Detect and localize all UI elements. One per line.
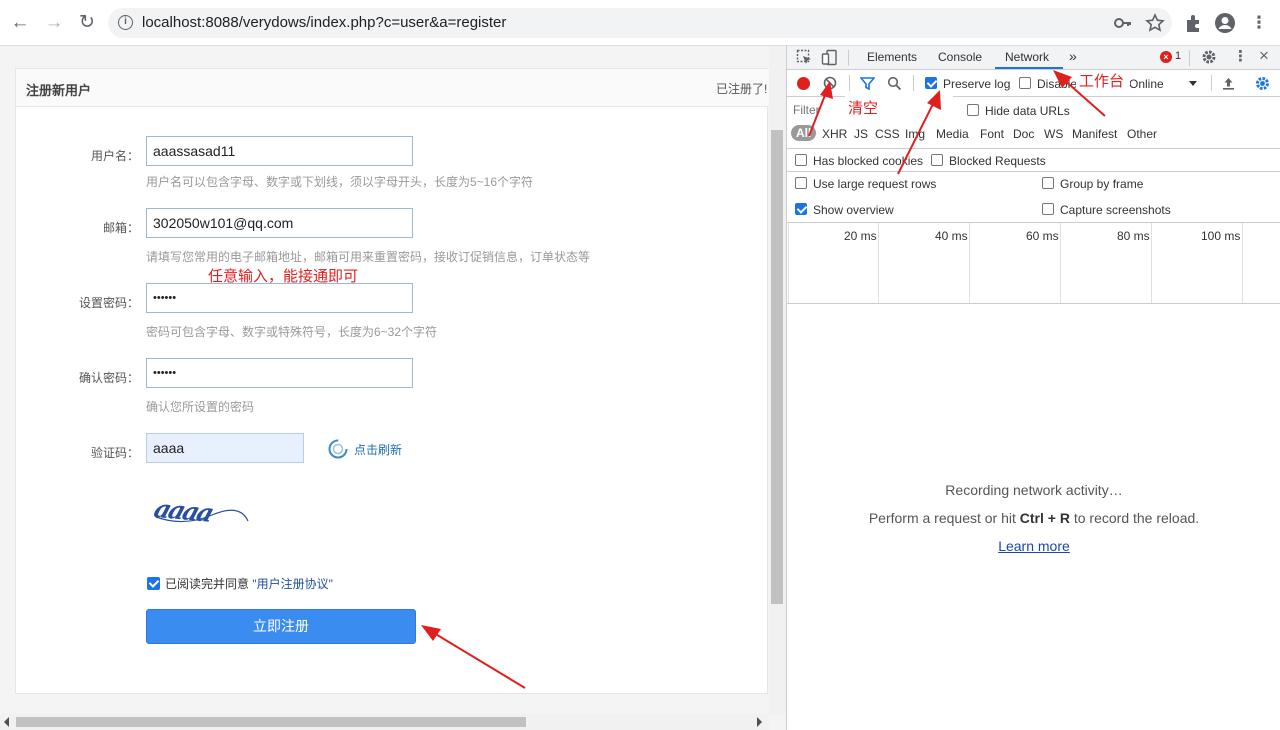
grid-line (788, 223, 789, 303)
devtools-tabbar: Elements Console Network » × 1 ⋮ × (787, 46, 1280, 70)
grid-line (969, 223, 970, 303)
username-hint: 用户名可以包含字母、数字或下划线，须以字母开头，长度为5~16个字符 (146, 175, 534, 189)
tab-network[interactable]: Network (1005, 50, 1049, 64)
chrome-menu-icon[interactable]: ⋮ (1248, 12, 1270, 34)
agree-checkbox[interactable] (147, 577, 160, 590)
register-button[interactable]: 立即注册 (146, 609, 416, 644)
annotation-arrows (808, 70, 1106, 175)
show-overview-label[interactable]: Show overview (813, 203, 894, 217)
agree-text: 已阅读完并同意 "用户注册协议" (165, 575, 333, 592)
password-hint: 密码可包含字母、数字或特殊符号，长度为6~32个字符 (146, 325, 438, 339)
captcha-input[interactable] (146, 433, 304, 463)
captcha-refresh-link[interactable]: 点击刷新 (354, 441, 402, 458)
recording-status: Recording network activity… (945, 482, 1123, 498)
confirm-password-label: 确认密码： (78, 371, 139, 385)
hint-suffix: to record the reload. (1069, 510, 1200, 526)
web-page: 注册新用户 已注册了! 用户名： 用户名可以包含字母、数字或下划线，须以字母开头… (0, 46, 786, 730)
network-settings-icon[interactable] (1254, 75, 1271, 92)
timeline-tick: 60 ms (1026, 229, 1059, 243)
site-info-icon[interactable]: i (118, 15, 133, 30)
scroll-right-arrow[interactable] (757, 717, 762, 727)
learn-more-wrap: Learn more (787, 538, 1280, 554)
learn-more-link[interactable]: Learn more (998, 538, 1070, 554)
register-card: 注册新用户 已注册了! 用户名： 用户名可以包含字母、数字或下划线，须以字母开头… (15, 68, 769, 694)
page-horizontal-scroll-thumb[interactable] (16, 717, 526, 727)
devtools-menu-icon[interactable]: ⋮ (1233, 47, 1248, 65)
scroll-left-arrow[interactable] (4, 717, 9, 727)
import-har-icon[interactable] (1221, 76, 1236, 91)
grid-line (878, 223, 879, 303)
divider (1211, 75, 1212, 91)
page-title: 注册新用户 (26, 83, 92, 98)
agree-prefix: 已阅读完并同意 (165, 577, 253, 591)
device-toolbar-icon[interactable] (821, 49, 838, 66)
divider (1189, 50, 1190, 66)
divider (848, 50, 849, 66)
close-devtools-icon[interactable]: × (1259, 46, 1269, 66)
back-icon[interactable]: ← (8, 11, 32, 35)
error-count[interactable]: 1 (1175, 50, 1181, 62)
timeline-tick: 80 ms (1117, 229, 1150, 243)
timeline-tick: 40 ms (935, 229, 968, 243)
active-tab-indicator (995, 67, 1063, 69)
capture-screenshots-checkbox[interactable] (1042, 203, 1054, 215)
timeline-tick: 20 ms (844, 229, 877, 243)
shortcut-keys: Ctrl + R (1019, 510, 1070, 526)
annotation-arrow-submit (421, 625, 526, 689)
forward-icon[interactable]: → (42, 11, 66, 35)
captcha-text: aaaa (154, 497, 217, 527)
reload-icon[interactable]: ↻ (75, 11, 99, 35)
grid-line (1151, 223, 1152, 303)
confirm-password-input[interactable] (146, 358, 413, 388)
already-registered-link[interactable]: 已注册了! (716, 80, 769, 97)
email-hint: 请填写您常用的电子邮箱地址，邮箱可用来重置密码，接收订促销信息，订单状态等 (146, 250, 591, 264)
url-text[interactable]: localhost:8088/verydows/index.php?c=user… (142, 14, 506, 31)
grid-line (1060, 223, 1061, 303)
tab-console[interactable]: Console (938, 50, 982, 64)
extensions-icon[interactable] (1183, 12, 1205, 34)
refresh-icon[interactable] (327, 438, 349, 460)
grid-line (1242, 223, 1243, 303)
password-input[interactable] (146, 283, 413, 313)
card-header: 注册新用户 已注册了! (16, 69, 769, 107)
username-label: 用户名： (90, 149, 139, 163)
address-bar[interactable]: i localhost:8088/verydows/index.php?c=us… (108, 8, 1172, 38)
page-vertical-scroll-thumb[interactable] (771, 130, 783, 604)
key-icon[interactable] (1113, 13, 1133, 33)
profile-icon[interactable] (1214, 12, 1236, 34)
confirm-password-hint: 确认您所设置的密码 (146, 400, 255, 414)
captcha-label: 验证码： (90, 446, 139, 460)
chevron-down-icon[interactable] (1189, 81, 1197, 86)
username-input[interactable] (146, 136, 413, 166)
settings-gear-icon[interactable] (1200, 48, 1218, 66)
show-overview-checkbox[interactable] (795, 203, 807, 215)
timeline-tick: 100 ms (1201, 229, 1241, 243)
tab-elements[interactable]: Elements (867, 50, 917, 64)
bookmark-star-icon[interactable] (1144, 12, 1166, 34)
more-tabs-icon[interactable]: » (1069, 48, 1077, 64)
perform-request-hint: Perform a request or hit Ctrl + R to rec… (787, 510, 1280, 526)
browser-toolbar: ← → ↻ i localhost:8088/verydows/index.ph… (0, 0, 1280, 46)
agreement-link[interactable]: "用户注册协议" (252, 577, 333, 591)
inspect-element-icon[interactable] (796, 49, 813, 66)
capture-screenshots-label[interactable]: Capture screenshots (1060, 203, 1171, 217)
error-icon[interactable]: × (1160, 51, 1172, 63)
hint-prefix: Perform a request or hit (868, 510, 1020, 526)
password-label: 设置密码： (78, 296, 139, 310)
email-input[interactable] (146, 208, 413, 238)
email-label: 邮箱： (102, 221, 139, 235)
captcha-image[interactable]: aaaa (151, 493, 250, 531)
